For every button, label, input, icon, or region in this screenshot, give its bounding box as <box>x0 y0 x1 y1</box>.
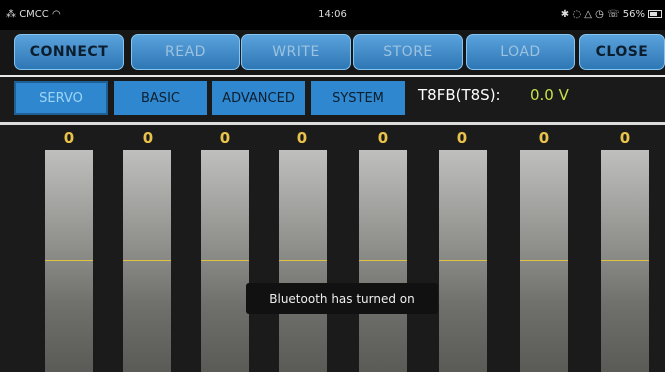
channel-slider-8[interactable] <box>601 150 649 372</box>
battery-icon <box>648 10 662 18</box>
write-button[interactable]: WRITE <box>241 34 351 70</box>
channel-slider-7[interactable] <box>520 150 568 372</box>
store-button[interactable]: STORE <box>353 34 463 70</box>
center-line <box>279 260 327 261</box>
vibrate-icon: ☏ <box>607 9 620 20</box>
channel-value-1: 0 <box>63 129 75 147</box>
voltage-label: T8FB(T8S): <box>418 86 501 104</box>
channel-value-6: 0 <box>456 129 468 147</box>
tab-advanced[interactable]: ADVANCED <box>212 81 305 115</box>
center-line <box>439 260 487 261</box>
channel-value-5: 0 <box>377 129 389 147</box>
channel-slider-5[interactable] <box>359 150 407 372</box>
channel-value-8: 0 <box>619 129 631 147</box>
center-line <box>359 260 407 261</box>
load-button[interactable]: LOAD <box>466 34 575 70</box>
channel-slider-1[interactable] <box>45 150 93 372</box>
channel-value-3: 0 <box>219 129 231 147</box>
center-line <box>201 260 249 261</box>
close-button[interactable]: CLOSE <box>579 34 665 70</box>
channel-slider-6[interactable] <box>439 150 487 372</box>
channel-value-4: 0 <box>296 129 308 147</box>
bluetooth-icon: ✱ <box>560 9 570 20</box>
bluetooth-toast: Bluetooth has turned on <box>246 283 438 314</box>
channel-slider-2[interactable] <box>123 150 171 372</box>
voltage-value: 0.0 V <box>530 86 569 104</box>
center-line <box>123 260 171 261</box>
channel-slider-3[interactable] <box>201 150 249 372</box>
headset-icon: ◌ <box>572 9 582 20</box>
center-line <box>45 260 93 261</box>
tab-basic[interactable]: BASIC <box>114 81 207 115</box>
tab-system[interactable]: SYSTEM <box>311 81 405 115</box>
tab-servo[interactable]: SERVO <box>14 81 108 115</box>
toolbar: CONNECT READ WRITE STORE LOAD CLOSE <box>0 30 665 75</box>
connect-button[interactable]: CONNECT <box>14 34 124 70</box>
channel-value-7: 0 <box>538 129 550 147</box>
center-line <box>520 260 568 261</box>
clock-icon: ◷ <box>595 9 604 20</box>
battery-percent: 56% <box>622 9 645 20</box>
channel-value-2: 0 <box>142 129 154 147</box>
status-right: ✱ ◌ △ ◷ ☏ 56% <box>561 9 645 20</box>
status-bar: ⁂ CMCC ◠ 14:06 ✱ ◌ △ ◷ ☏ 56% <box>0 0 665 30</box>
read-button[interactable]: READ <box>131 34 240 70</box>
center-line <box>601 260 649 261</box>
alarm-icon: △ <box>584 9 592 20</box>
channel-slider-4[interactable] <box>279 150 327 372</box>
